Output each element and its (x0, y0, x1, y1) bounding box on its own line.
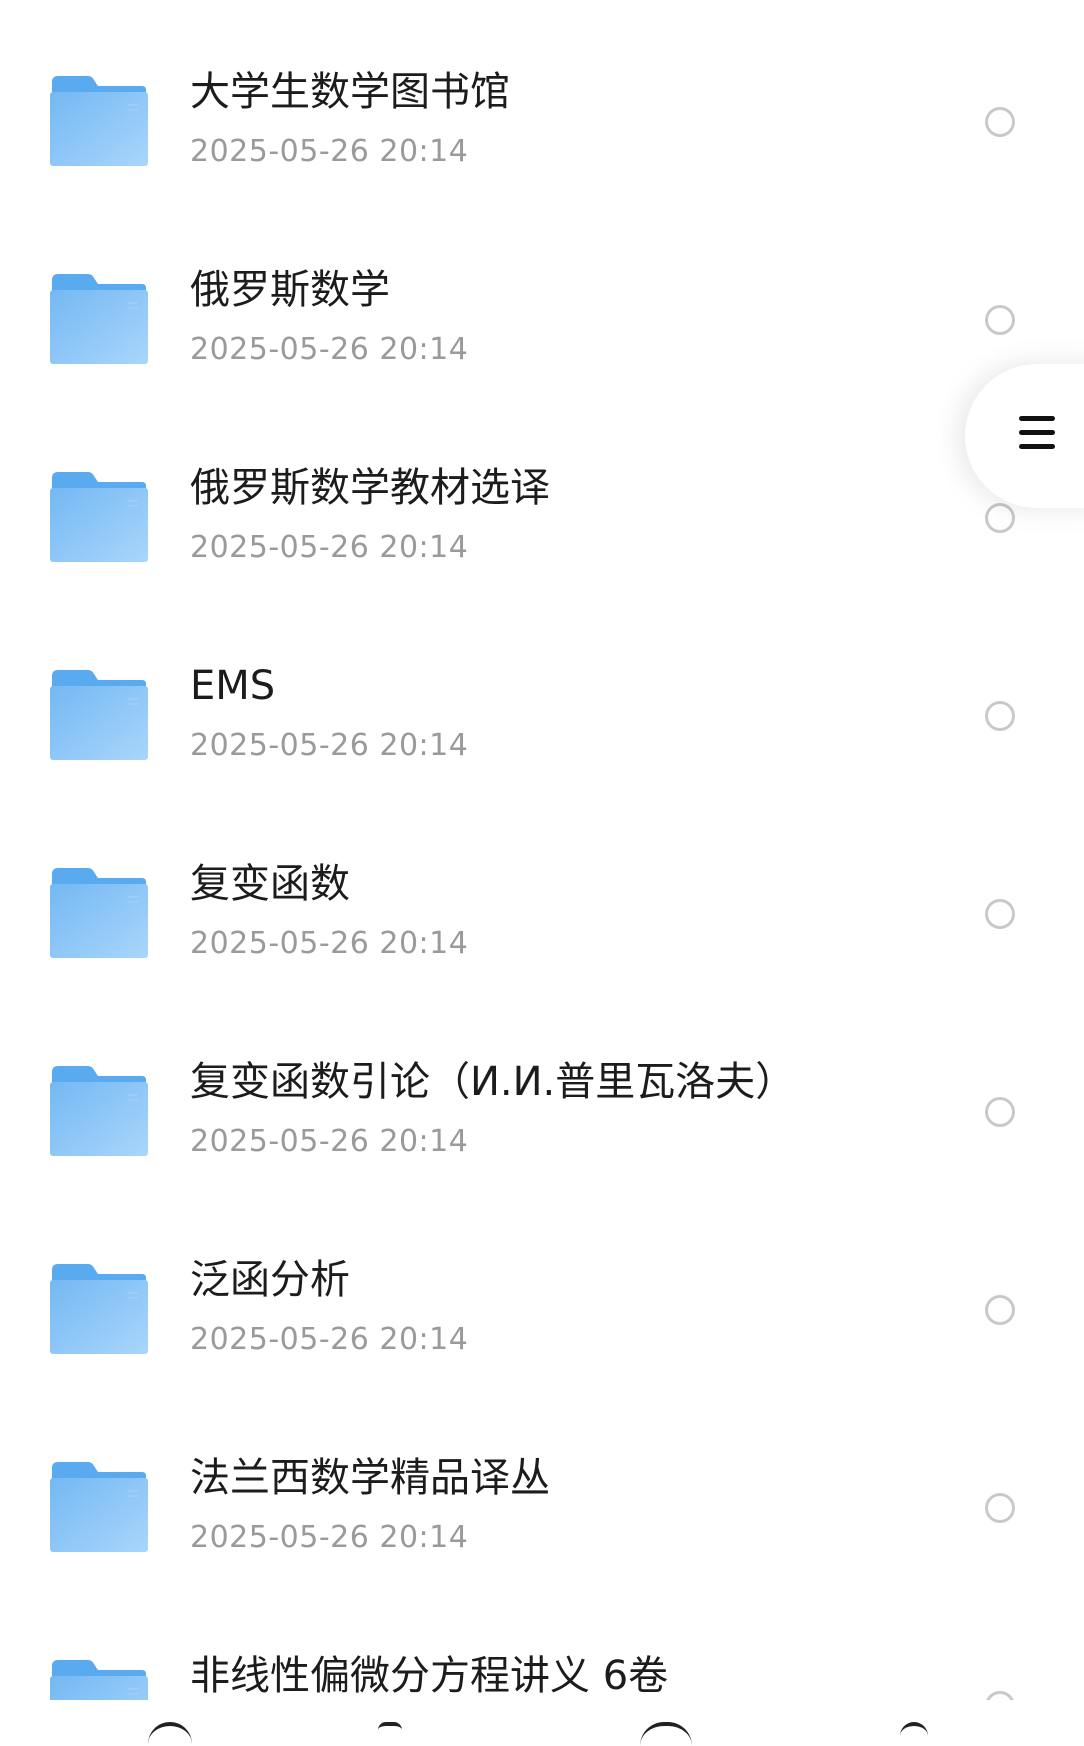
modified-date: 2025-05-26 20:14 (190, 530, 469, 565)
folder-name: EMS (190, 663, 276, 709)
select-radio[interactable] (985, 1691, 1015, 1700)
folder-name: 俄罗斯数学教材选译 (190, 465, 550, 511)
folder-icon (50, 868, 148, 958)
modified-date: 2025-05-26 20:14 (190, 332, 469, 367)
folder-name: 泛函分析 (190, 1257, 350, 1303)
select-radio[interactable] (985, 1295, 1015, 1325)
modified-date: 2025-05-26 20:14 (190, 134, 469, 169)
list-item[interactable]: 法兰西数学精品译丛 2025-05-26 20:14 (0, 1412, 1084, 1610)
folder-name: 复变函数引论（И.И.普里瓦洛夫） (190, 1059, 796, 1105)
folder-name: 复变函数 (190, 861, 350, 907)
folder-icon (50, 1066, 148, 1156)
modified-date: 2025-05-26 20:14 (190, 926, 469, 961)
select-radio[interactable] (985, 305, 1015, 335)
list-item[interactable]: 复变函数引论（И.И.普里瓦洛夫） 2025-05-26 20:14 (0, 1016, 1084, 1214)
list-item[interactable]: 非线性偏微分方程讲义 6卷 (0, 1610, 1084, 1700)
folder-icon (50, 76, 148, 166)
home-tab-icon[interactable] (148, 1722, 192, 1746)
folder-icon (50, 1660, 148, 1700)
transfer-tab-icon[interactable] (640, 1722, 692, 1746)
folder-icon (50, 472, 148, 562)
folder-name: 大学生数学图书馆 (190, 69, 510, 115)
select-radio[interactable] (985, 503, 1015, 533)
select-radio[interactable] (985, 701, 1015, 731)
bottom-navigation-bar (0, 1700, 1084, 1735)
list-item[interactable]: 俄罗斯数学教材选译 2025-05-26 20:14 (0, 422, 1084, 620)
list-item[interactable]: EMS 2025-05-26 20:14 (0, 620, 1084, 818)
files-tab-icon[interactable] (378, 1722, 402, 1746)
list-item[interactable]: 泛函分析 2025-05-26 20:14 (0, 1214, 1084, 1412)
folder-icon (50, 1462, 148, 1552)
select-radio[interactable] (985, 107, 1015, 137)
file-list: 大学生数学图书馆 2025-05-26 20:14 俄罗斯数学 2025-05-… (0, 0, 1084, 1700)
select-radio[interactable] (985, 899, 1015, 929)
folder-icon (50, 670, 148, 760)
list-item[interactable]: 俄罗斯数学 2025-05-26 20:14 (0, 224, 1084, 422)
folder-icon (50, 274, 148, 364)
hamburger-icon (1019, 416, 1055, 452)
modified-date: 2025-05-26 20:14 (190, 1124, 469, 1159)
modified-date: 2025-05-26 20:14 (190, 1322, 469, 1357)
profile-tab-icon[interactable] (900, 1722, 928, 1746)
folder-name: 俄罗斯数学 (190, 267, 390, 313)
select-radio[interactable] (985, 1493, 1015, 1523)
list-item[interactable]: 大学生数学图书馆 2025-05-26 20:14 (0, 26, 1084, 224)
folder-name: 法兰西数学精品译丛 (190, 1455, 550, 1501)
modified-date: 2025-05-26 20:14 (190, 728, 469, 763)
modified-date: 2025-05-26 20:14 (190, 1520, 469, 1555)
list-item[interactable]: 复变函数 2025-05-26 20:14 (0, 818, 1084, 1016)
folder-icon (50, 1264, 148, 1354)
select-radio[interactable] (985, 1097, 1015, 1127)
folder-name: 非线性偏微分方程讲义 6卷 (190, 1653, 669, 1699)
